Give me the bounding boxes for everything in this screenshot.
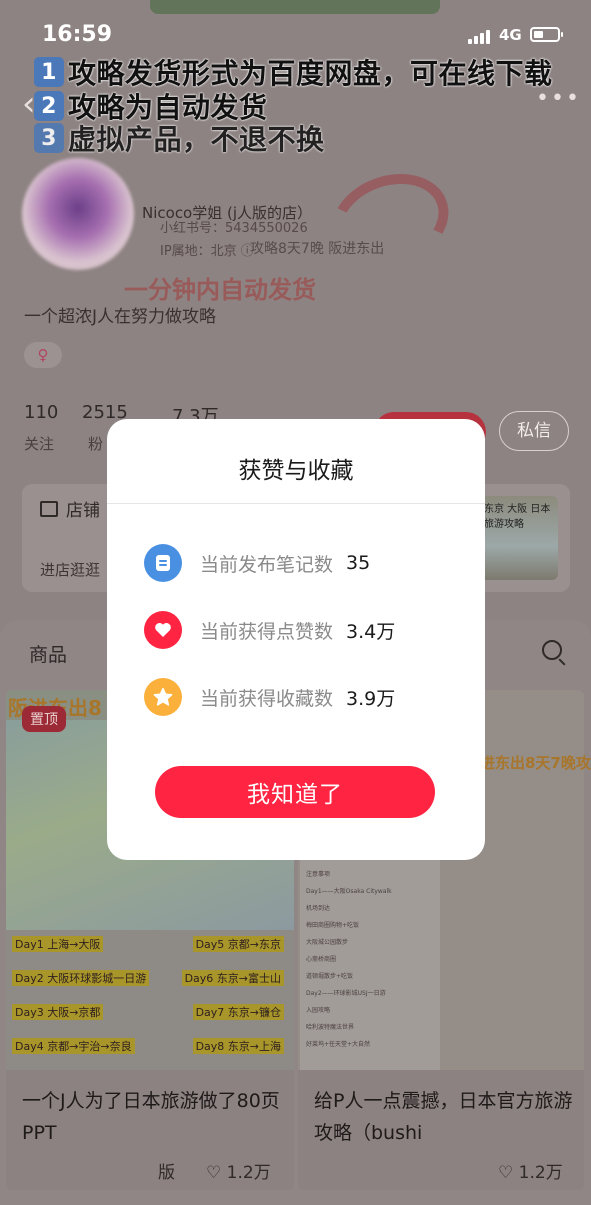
collects-count-value: 3.9万 — [346, 687, 396, 710]
profile-red-id: 小红书号：5434550026 — [160, 221, 308, 236]
product-title: 给P人一点震撼，日本官方旅游攻略（bushi — [314, 1090, 573, 1144]
product-image-banner: 进东出8天7晚攻 — [480, 754, 591, 772]
collects-count-label: 当前获得收藏数 — [200, 687, 334, 710]
note-icon — [144, 544, 182, 582]
notes-count-row: 当前发布笔记数 35 — [144, 543, 464, 583]
collects-count-row: 当前获得收藏数 3.9万 — [144, 677, 464, 717]
avatar[interactable] — [22, 158, 134, 270]
itinerary-list: Day1 上海→大阪 Day5 京都→东京 Day2 大阪环球影城一日游 Day6 … — [6, 930, 294, 1070]
following-label: 关注 — [24, 435, 55, 453]
more-icon[interactable]: ••• — [536, 86, 581, 111]
promo-line-3: 3 虚拟产品，不退不换 — [34, 118, 325, 158]
shop-icon — [40, 500, 58, 517]
back-icon[interactable]: ‹ — [22, 84, 36, 124]
status-time: 16:59 — [42, 22, 113, 47]
dialog-title: 获赞与收藏 — [238, 458, 354, 484]
likes-count-row: 当前获得点赞数 3.4万 — [144, 610, 464, 650]
shop-title: 店铺 — [40, 496, 100, 521]
star-icon — [144, 678, 182, 716]
followers-label: 粉 — [88, 435, 104, 453]
pinned-badge: 置顶 — [22, 706, 66, 732]
tab-goods[interactable]: 商品 — [29, 640, 67, 667]
likes-count-label: 当前获得点赞数 — [200, 620, 334, 643]
product-title: 一个J人为了日本旅游做了80页PPT — [22, 1090, 280, 1144]
search-icon[interactable] — [542, 640, 562, 660]
like-count[interactable]: ♡ 1.2万 — [498, 1158, 563, 1183]
header-banner-image — [150, 0, 440, 14]
overlay-promo: 一分钟内自动发货 — [124, 276, 316, 304]
following-count[interactable]: 110 — [24, 402, 58, 423]
product-shop-tag: 版 — [158, 1163, 175, 1183]
network-type: 4G — [499, 26, 522, 44]
document-image: 注意事项 Day1——大阪Osaka Citywalk 机场到达 梅田商圈购物+吃饭大… — [300, 860, 440, 1070]
gender-badge: ♀ — [24, 342, 62, 368]
status-bar: 16:59 4G — [0, 20, 591, 50]
overlay-text: 攻略8天7晚 阪进东出 — [250, 241, 385, 257]
shop-subtitle[interactable]: 进店逛逛 — [40, 559, 100, 580]
profile-ip: IP属地：北京 ⓘ — [160, 244, 254, 259]
profile-bio: 一个超浓J人在努力做攻略 — [24, 307, 217, 327]
notes-count-value: 35 — [346, 552, 371, 574]
signal-icon — [468, 30, 490, 44]
got-it-button[interactable]: 我知道了 — [155, 766, 435, 818]
notes-count-label: 当前发布笔记数 — [200, 553, 334, 576]
battery-icon — [530, 27, 563, 42]
heart-icon — [144, 611, 182, 649]
likes-count-value: 3.4万 — [346, 620, 396, 643]
like-count[interactable]: ♡ 1.2万 — [206, 1158, 271, 1183]
likes-collects-dialog: 获赞与收藏 当前发布笔记数 35 当前获得点赞数 3.4万 当前获得收藏数 3.… — [107, 419, 485, 860]
message-button[interactable]: 私信 — [499, 411, 569, 451]
shop-thumbnail[interactable]: 东京 大阪 日本旅游攻略 — [480, 496, 558, 580]
dialog-divider — [107, 503, 485, 504]
